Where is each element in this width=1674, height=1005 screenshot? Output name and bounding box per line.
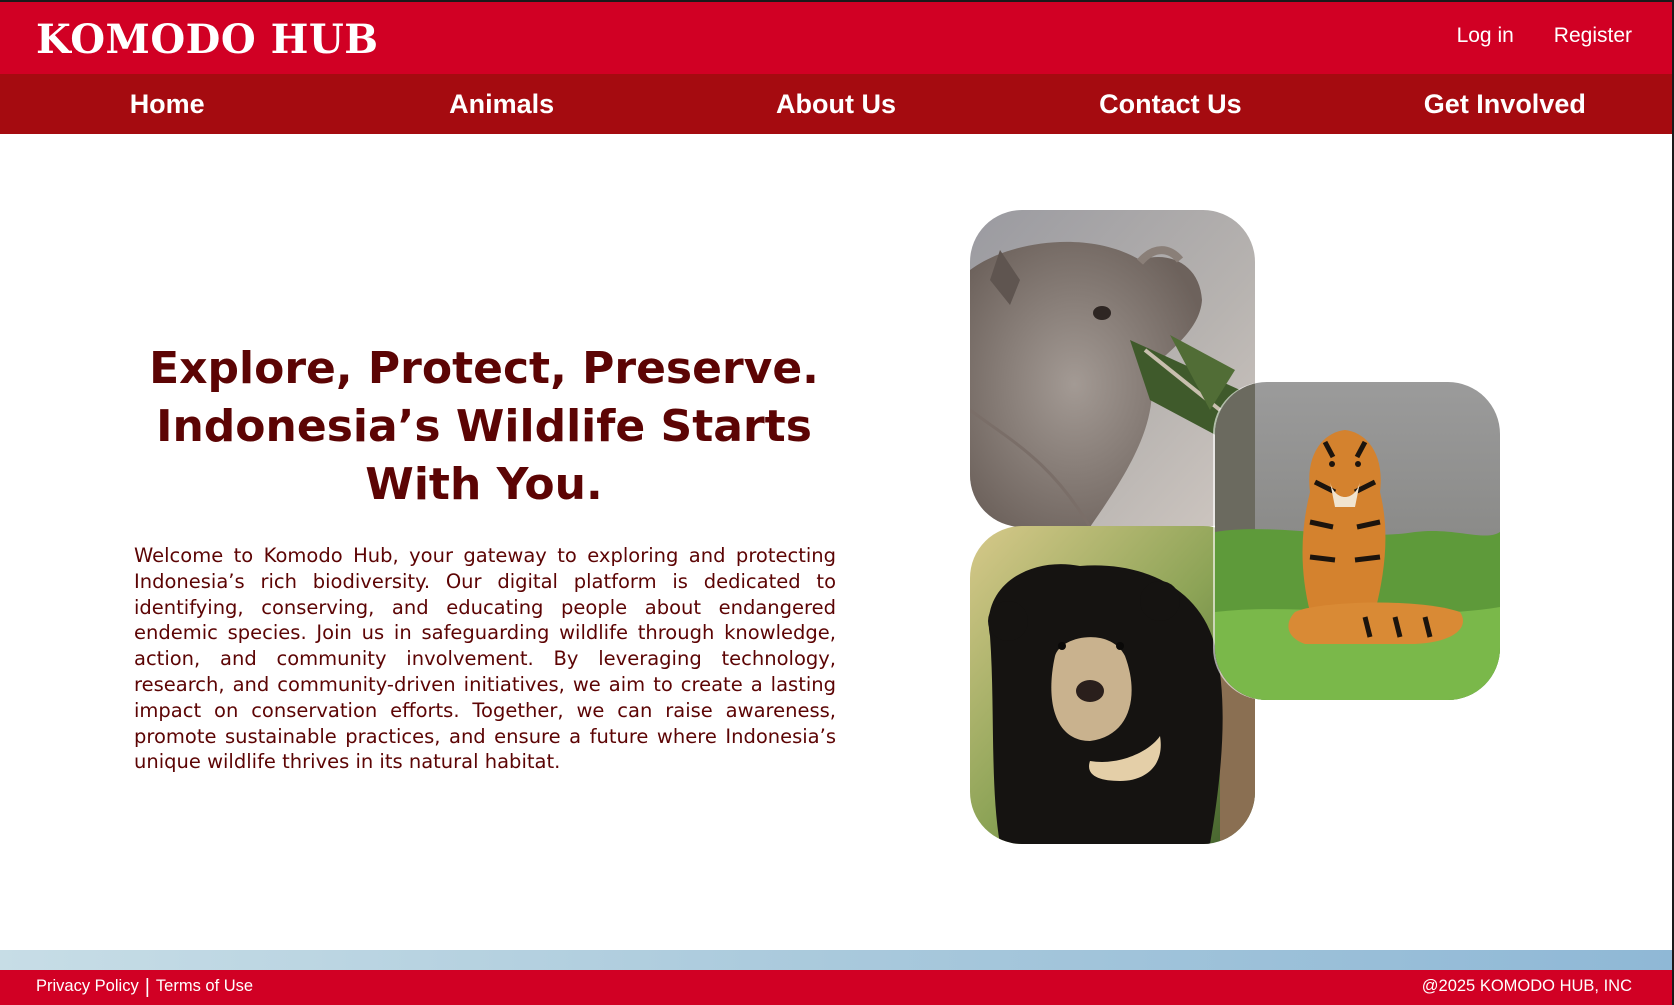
register-link[interactable]: Register <box>1554 24 1632 48</box>
privacy-policy-link[interactable]: Privacy Policy <box>36 977 139 996</box>
main-nav: Home Animals About Us Contact Us Get Inv… <box>0 74 1672 134</box>
copyright-text: @2025 KOMODO HUB, INC <box>1421 977 1632 995</box>
nav-item-home[interactable]: Home <box>0 74 334 134</box>
nav-item-contact-us[interactable]: Contact Us <box>1003 74 1337 134</box>
terms-of-use-link[interactable]: Terms of Use <box>156 977 253 996</box>
hero-description: Welcome to Komodo Hub, your gateway to e… <box>134 544 836 774</box>
nav-item-about-us[interactable]: About Us <box>669 74 1003 134</box>
hero-title-line1: Explore, Protect, Preserve. <box>149 343 819 394</box>
top-bar: KOMODO HUB Log in Register <box>0 2 1672 74</box>
nav-item-get-involved[interactable]: Get Involved <box>1338 74 1672 134</box>
hero-title: Explore, Protect, Preserve. Indonesia’s … <box>134 340 834 514</box>
auth-links: Log in Register <box>1457 24 1632 48</box>
hero-title-line2: Indonesia’s Wildlife Starts With You. <box>156 401 812 510</box>
bear-photo <box>970 526 1255 844</box>
footer: Privacy Policy | Terms of Use @2025 KOMO… <box>0 970 1672 1005</box>
login-link[interactable]: Log in <box>1457 24 1514 48</box>
page: KOMODO HUB Log in Register Home Animals … <box>0 2 1672 1005</box>
footer-links: Privacy Policy | Terms of Use <box>36 975 253 998</box>
footer-divider-strip <box>0 950 1672 970</box>
tiger-photo <box>1215 382 1500 700</box>
site-logo[interactable]: KOMODO HUB <box>36 16 379 63</box>
rhino-photo <box>970 210 1255 527</box>
footer-separator: | <box>144 975 150 998</box>
nav-item-animals[interactable]: Animals <box>334 74 668 134</box>
